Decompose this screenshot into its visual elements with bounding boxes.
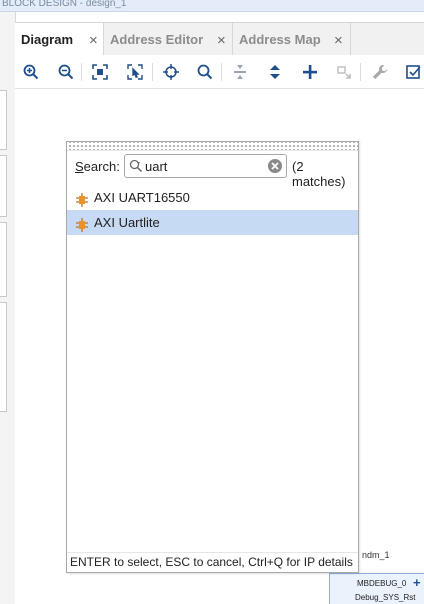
search-icon[interactable] — [195, 62, 215, 82]
zoom-in-icon[interactable] — [21, 62, 41, 82]
result-label: AXI Uartlite — [94, 215, 160, 230]
collapse-icon[interactable] — [230, 62, 250, 82]
popup-hint: ENTER to select, ESC to cancel, Ctrl+Q f… — [67, 552, 358, 572]
tab-label: Address Editor — [110, 32, 204, 47]
expand-icon[interactable] — [265, 62, 285, 82]
list-item[interactable]: AXI Uartlite — [67, 210, 358, 235]
connect-icon[interactable] — [335, 62, 355, 82]
ip-core-icon — [75, 215, 89, 232]
close-icon[interactable]: × — [89, 23, 98, 58]
add-ip-popup: Search: (2 matches) AXI UART16550 AXI Ua… — [66, 141, 359, 573]
diagram-toolbar — [15, 55, 424, 89]
toolbar-separator — [221, 63, 222, 81]
close-icon[interactable]: × — [334, 23, 343, 58]
clear-search-icon[interactable] — [267, 158, 283, 174]
left-gutter — [0, 12, 16, 604]
tab-address-editor[interactable]: Address Editor — [104, 23, 233, 56]
fit-selection-icon[interactable] — [125, 62, 145, 82]
validate-icon[interactable] — [404, 62, 424, 82]
search-label: Search: — [75, 159, 120, 174]
popup-drag-handle[interactable] — [67, 142, 358, 151]
fit-view-icon[interactable] — [90, 62, 110, 82]
crosshair-icon[interactable] — [161, 62, 181, 82]
search-icon — [129, 159, 143, 173]
toolbar-separator — [152, 63, 153, 81]
debug-block[interactable]: MBDEBUG_0 + Debug_SYS_Rst — [329, 573, 424, 604]
gutter-panel[interactable] — [0, 302, 7, 412]
signal-label: Debug_SYS_Rst — [355, 593, 416, 602]
search-row: Search: (2 matches) — [67, 152, 358, 189]
expand-port-icon[interactable]: + — [413, 575, 421, 590]
search-label-accel: S — [75, 159, 84, 174]
tab-label: Diagram — [21, 32, 74, 47]
search-label-rest: earch: — [83, 159, 120, 174]
search-input[interactable] — [145, 157, 263, 175]
add-ip-icon[interactable] — [300, 62, 320, 82]
list-item[interactable]: AXI UART16550 — [67, 185, 358, 210]
ip-core-icon — [75, 190, 89, 207]
close-icon[interactable]: × — [217, 23, 226, 58]
port-label: MBDEBUG_0 — [357, 579, 407, 588]
toolbar-separator — [360, 63, 361, 81]
gutter-panel[interactable] — [0, 222, 7, 297]
window-title-strip: BLOCK DESIGN - design_1 — [0, 0, 424, 12]
gutter-panel[interactable] — [0, 90, 7, 150]
search-box[interactable] — [124, 154, 287, 178]
editor-tabbar: Diagram × Address Editor × Address Map × — [15, 22, 424, 57]
result-label: AXI UART16550 — [94, 190, 190, 205]
results-list: AXI UART16550 AXI Uartlite — [67, 185, 358, 235]
wrench-icon[interactable] — [370, 62, 390, 82]
tab-label: Address Map — [239, 32, 321, 47]
zoom-out-icon[interactable] — [56, 62, 76, 82]
gutter-panel[interactable] — [0, 155, 7, 217]
toolbar-separator — [81, 63, 82, 81]
cell-name-label: ndm_1 — [362, 550, 390, 560]
